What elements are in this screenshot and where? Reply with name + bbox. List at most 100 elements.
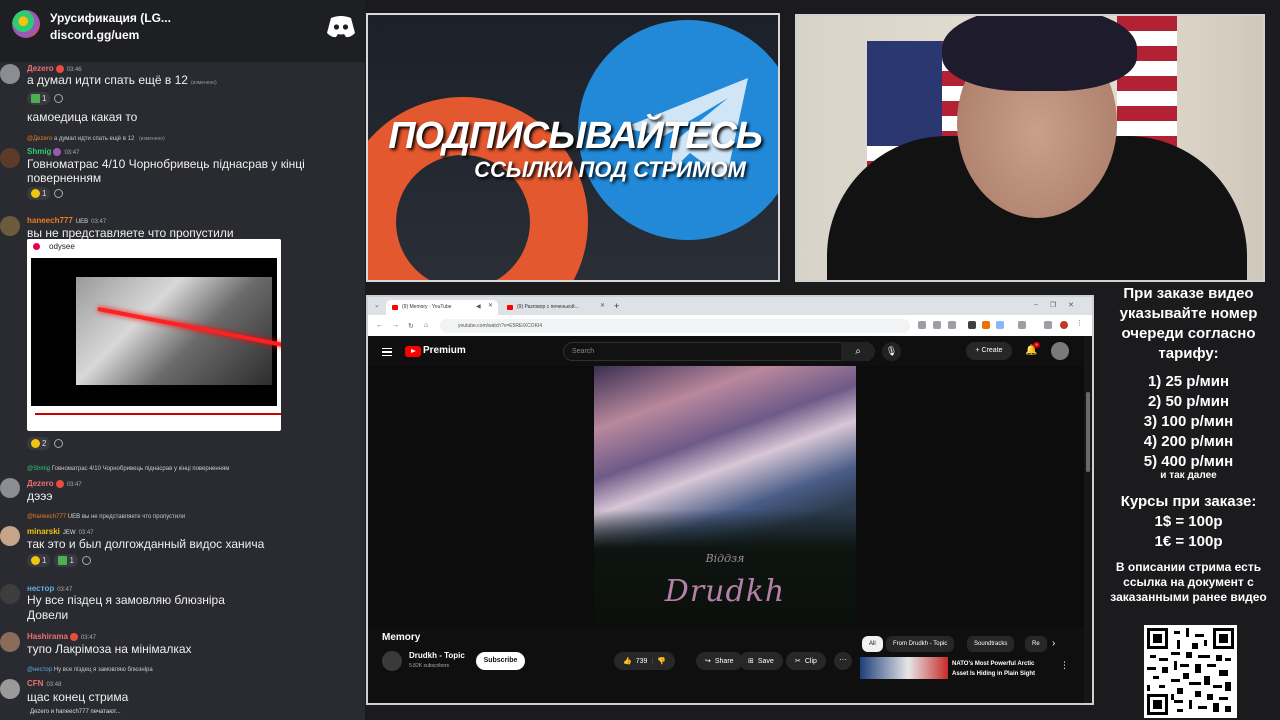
chip-soundtracks[interactable]: Soundtracks [967, 636, 1015, 652]
reaction-pill[interactable]: 1 [54, 553, 78, 567]
reply-preview[interactable]: @нестор Ну все піздец я замовляю блюзнір… [27, 667, 153, 673]
reply-preview[interactable]: @Дezero а думал идти спать ещё в 12 (изм… [27, 136, 165, 142]
chevron-right-icon[interactable]: › [1052, 638, 1055, 649]
reactions: 1 [27, 186, 64, 200]
chip-from-channel[interactable]: From Drudkh - Topic [886, 636, 955, 652]
microphone-icon[interactable]: 🎙 [882, 342, 901, 361]
username[interactable]: нестор 03:47 [27, 584, 72, 593]
video-player[interactable]: Віддзя Drudkh [368, 366, 1084, 627]
user-avatar[interactable] [0, 632, 20, 652]
username[interactable]: minarski JEW 03:47 [27, 527, 94, 536]
user-avatar[interactable] [0, 216, 20, 236]
url-field[interactable]: youtube.com/watch?v=E5REIXCOKI4 [440, 319, 910, 333]
channel-avatar[interactable] [382, 651, 402, 671]
address-bar: ← → ↻ ⌂ youtube.com/watch?v=E5REIXCOKI4 … [368, 315, 1092, 336]
server-invite-link[interactable]: discord.gg/uem [50, 28, 139, 42]
forward-icon[interactable]: → [392, 322, 399, 329]
add-reaction-icon[interactable] [81, 555, 91, 565]
search-icon[interactable]: ⌕ [841, 342, 875, 361]
user-avatar[interactable] [0, 148, 20, 168]
page-scrollbar[interactable] [1084, 336, 1092, 703]
role-badge-icon [69, 632, 78, 641]
search-input[interactable]: Search [563, 342, 869, 361]
chip-more[interactable]: Re [1025, 636, 1047, 652]
save-button[interactable]: ⊞ Save [739, 652, 783, 670]
reload-icon[interactable]: ↻ [408, 322, 414, 330]
user-avatar[interactable] [0, 64, 20, 84]
tab-audio-icon[interactable]: ◀ [476, 303, 481, 310]
embed-video-player[interactable] [31, 258, 281, 415]
share-button[interactable]: ↪ Share [696, 652, 743, 670]
add-reaction-icon[interactable] [54, 188, 64, 198]
user-avatar[interactable] [0, 478, 20, 498]
recommended-menu-icon[interactable]: ⋮ [1060, 660, 1069, 671]
reply-preview[interactable]: @Shmig Говноматрас 4/10 Чорнобривець під… [27, 466, 229, 472]
youtube-logo-icon[interactable] [405, 346, 421, 357]
user-avatar[interactable] [0, 679, 20, 699]
video-embed[interactable]: odysee X-men vs ruses [27, 239, 281, 431]
chip-all[interactable]: All [862, 636, 883, 652]
username[interactable]: Hashirama 03:47 [27, 632, 96, 641]
username[interactable]: haneech777 UEB 03:47 [27, 216, 106, 225]
account-avatar[interactable] [1051, 342, 1069, 360]
stream-layout: Урусификация (LG... discord.gg/uem Дezer… [0, 0, 1280, 720]
user-avatar[interactable] [0, 584, 20, 604]
album-band-logo: Drudkh [664, 574, 786, 609]
tab-close-icon[interactable]: ✕ [600, 302, 605, 309]
reaction-pill[interactable]: 1 [27, 186, 51, 200]
order-instructions: При заказе видео указывайте номер очеред… [1119, 285, 1258, 362]
cast-icon[interactable] [933, 321, 941, 329]
message-text: тупо Лакрімоза на мінімалках [27, 642, 192, 656]
scrollbar-thumb[interactable] [1086, 392, 1090, 472]
recommended-title[interactable]: NATO's Most Powerful Arctic Asset Is Hid… [952, 659, 1052, 679]
exchange-rate: 1€ = 100р [1154, 533, 1223, 550]
username[interactable]: Shmig 03:47 [27, 147, 79, 156]
subscribe-button[interactable]: Subscribe [476, 652, 525, 670]
reaction-pill[interactable]: 2 [27, 436, 51, 450]
exchange-title: Курсы при заказе: [1120, 493, 1257, 510]
youtube-brand[interactable]: Premium [423, 345, 466, 356]
add-reaction-icon[interactable] [54, 438, 64, 448]
tab-youtube[interactable]: (9) Memory · YouTube [386, 300, 498, 315]
like-button[interactable]: 👍 739 | 👎 [614, 652, 675, 670]
new-tab-icon[interactable]: + [614, 301, 619, 311]
reply-preview[interactable]: @haneech777 UEB вы не представляете что … [27, 514, 185, 520]
extension-icon[interactable] [968, 321, 976, 329]
video-title: Memory [382, 632, 421, 643]
sidebar-icon[interactable] [1044, 321, 1052, 329]
extensions-puzzle-icon[interactable] [1018, 321, 1026, 329]
extension-icon[interactable] [996, 321, 1004, 329]
home-icon[interactable]: ⌂ [424, 322, 428, 329]
more-actions-icon[interactable]: ··· [834, 652, 852, 670]
zoom-icon[interactable] [918, 321, 926, 329]
reaction-pill[interactable]: 1 [27, 553, 51, 567]
thumbs-down-icon[interactable]: 👎 [657, 657, 666, 665]
tab-close-icon[interactable]: ✕ [488, 302, 493, 309]
server-name: Урусификация (LG... [50, 11, 171, 25]
qr-code [1144, 625, 1237, 718]
extension-icon[interactable] [982, 321, 990, 329]
username[interactable]: Дezero 03:46 [27, 64, 82, 73]
window-controls[interactable]: −❐✕ [1034, 301, 1086, 309]
tariff-item: 4) 200 р/мин [1143, 433, 1234, 450]
tab-search-icon[interactable]: ⌄ [374, 301, 380, 309]
thumbs-up-icon: 👍 [623, 658, 632, 665]
server-avatar[interactable] [12, 10, 40, 38]
user-avatar[interactable] [0, 526, 20, 546]
username[interactable]: Дezero 03:47 [27, 479, 82, 488]
hamburger-menu-icon[interactable] [382, 348, 392, 356]
share-icon[interactable] [948, 321, 956, 329]
add-reaction-icon[interactable] [54, 93, 64, 103]
channel-name[interactable]: Drudkh - Topic [409, 651, 465, 660]
browser-menu-icon[interactable]: ⋮ [1076, 319, 1084, 327]
create-button[interactable]: + Create [966, 342, 1012, 360]
profile-icon[interactable] [1060, 321, 1068, 329]
clip-button[interactable]: ✂ Clip [786, 652, 826, 670]
embed-progress-bar[interactable] [35, 413, 281, 415]
typing-indicator: Дezero и haneech777 печатают... [30, 709, 121, 715]
back-icon[interactable]: ← [376, 322, 383, 329]
recommended-thumbnail[interactable] [860, 657, 948, 679]
tab-conversation[interactable]: (9) Разговор с печенькой... [501, 300, 609, 315]
username[interactable]: CFN 03:48 [27, 679, 61, 688]
reaction-pill[interactable]: 1 [27, 91, 51, 105]
